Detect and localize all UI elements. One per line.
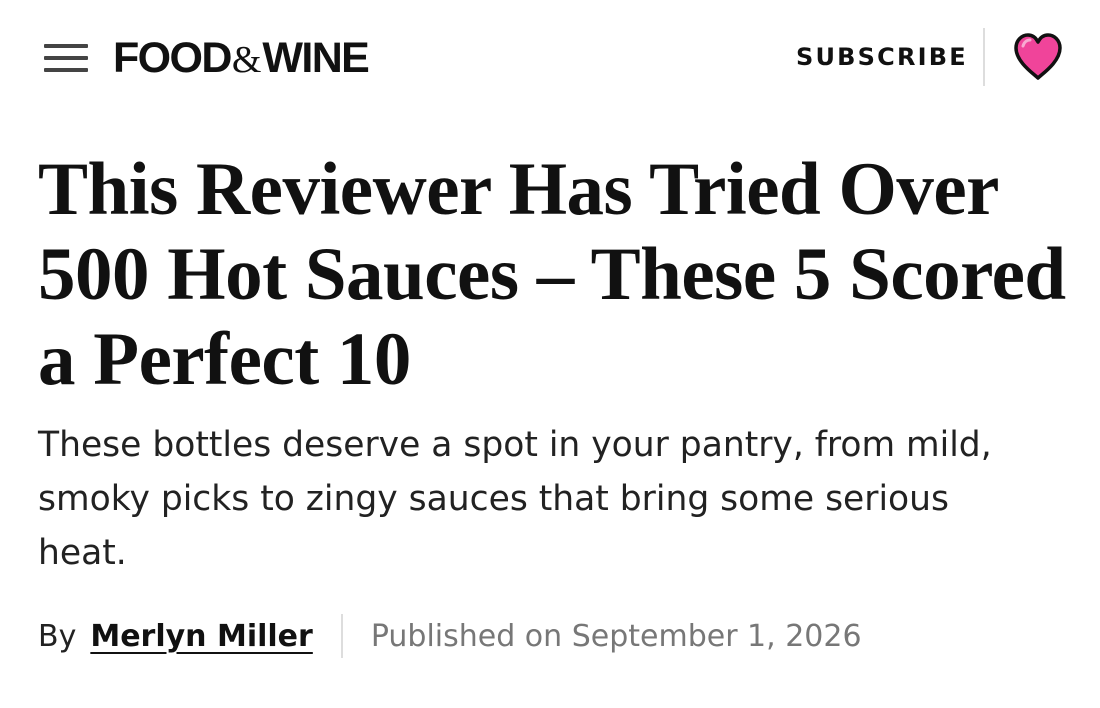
- hamburger-menu-icon[interactable]: [44, 42, 88, 74]
- article-title: This Reviewer Has Tried Over 500 Hot Sau…: [38, 148, 1066, 401]
- byline: By Merlyn Miller Published on September …: [38, 612, 862, 660]
- byline-divider: [340, 614, 343, 658]
- logo-food: FOOD: [113, 34, 232, 82]
- heart-icon[interactable]: [1012, 32, 1064, 82]
- logo-wine: WINE: [262, 34, 369, 82]
- byline-prefix: By: [38, 618, 77, 654]
- logo-ampersand: &: [231, 39, 262, 81]
- subscribe-button[interactable]: SUBSCRIBE: [796, 41, 968, 73]
- heart-icon-graphic: [1014, 33, 1062, 80]
- published-date: Published on September 1, 2026: [370, 618, 862, 654]
- header-divider: [983, 28, 985, 86]
- site-header: FOOD&WINE SUBSCRIBE: [0, 0, 1100, 120]
- author-link[interactable]: Merlyn Miller: [90, 619, 312, 654]
- article-subtitle: These bottles deserve a spot in your pan…: [38, 425, 992, 573]
- site-logo[interactable]: FOOD&WINE: [113, 32, 370, 86]
